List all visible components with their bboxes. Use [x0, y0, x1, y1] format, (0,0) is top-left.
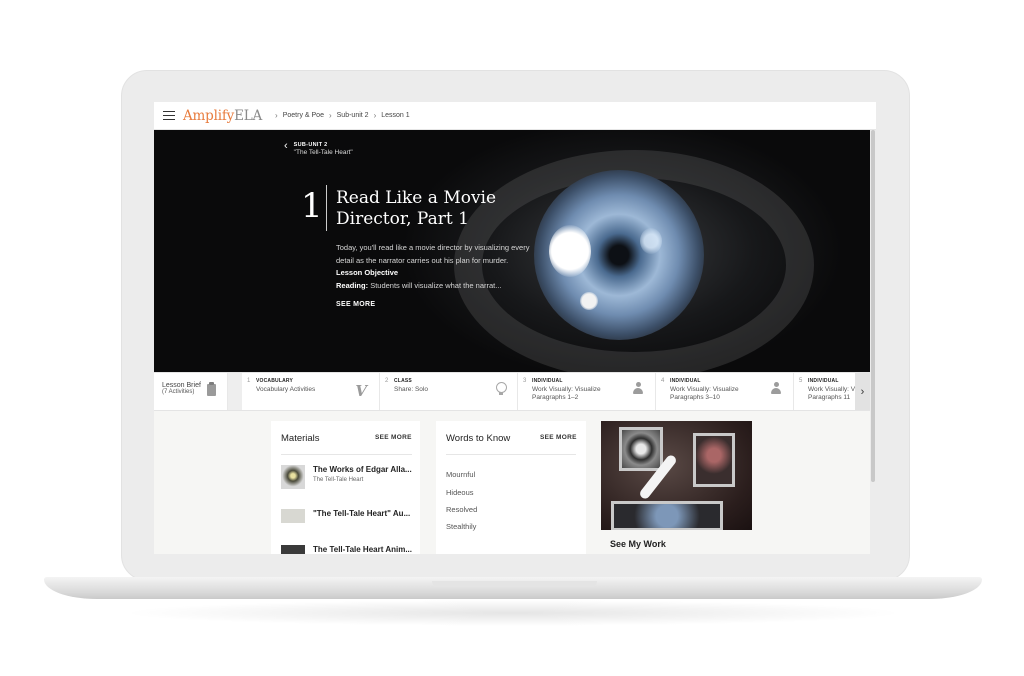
objective-label: Lesson Objective — [336, 268, 399, 277]
activity-number: 3 — [523, 378, 527, 384]
divider — [446, 454, 576, 455]
person-icon — [633, 382, 643, 395]
lesson-brief-count: (7 Activities) — [162, 389, 195, 395]
hero-eye-glint — [580, 292, 598, 310]
material-item[interactable]: The Works of Edgar Alla... The Tell-Tale… — [281, 465, 412, 489]
activity-number: 4 — [661, 378, 665, 384]
activity-name: Work Visually: Visualize Paragraphs 11 — [808, 386, 855, 401]
reading-text: Students will visualize what the narrat.… — [370, 280, 502, 290]
activity-name: Share: Solo — [394, 386, 428, 393]
word-item[interactable]: Mournful — [446, 470, 475, 479]
activity-name: Work Visually: Visualize Paragraphs 3–10 — [670, 386, 739, 401]
see-my-work-link[interactable]: See My Work — [610, 539, 666, 549]
activity-card[interactable]: 4 INDIVIDUAL Work Visually: Visualize Pa… — [656, 373, 794, 410]
lesson-brief[interactable]: Lesson Brief (7 Activities) — [154, 373, 228, 410]
chevron-right-icon: › — [275, 111, 278, 120]
hero-eye-glint — [549, 225, 591, 277]
lesson-title: Read Like a Movie Director, Part 1 — [336, 188, 497, 229]
scrollbar-thumb[interactable] — [871, 130, 875, 482]
breadcrumb-item-subunit[interactable]: Sub-unit 2 — [337, 112, 369, 119]
materials-see-more[interactable]: SEE MORE — [375, 434, 412, 441]
laptop-shadow — [120, 600, 906, 626]
hamburger-menu-icon[interactable] — [163, 111, 175, 120]
activity-number: 1 — [247, 378, 251, 384]
materials-card: Materials SEE MORE The Works of Edgar Al… — [271, 421, 420, 554]
chevron-right-icon: › — [328, 111, 332, 120]
chevron-right-icon[interactable]: › — [855, 373, 870, 410]
top-bar: AmplifyELA › Poetry & Poe › Sub-unit 2 ›… — [154, 102, 876, 130]
material-title: The Works of Edgar Alla... — [313, 465, 412, 474]
material-thumbnail — [281, 465, 305, 489]
logo-primary: Amplify — [183, 107, 235, 124]
material-thumbnail — [281, 545, 305, 554]
back-to-subunit-link[interactable]: ‹ SUB-UNIT 2 "The Tell-Tale Heart" — [284, 140, 353, 157]
breadcrumb-item-unit[interactable]: Poetry & Poe — [283, 112, 324, 119]
activity-card[interactable]: 1 VOCABULARY Vocabulary Activities V — [242, 373, 380, 410]
see-more-link[interactable]: SEE MORE — [336, 301, 375, 308]
words-title: Words to Know — [446, 433, 511, 444]
words-see-more[interactable]: SEE MORE — [540, 434, 577, 441]
activity-number: 5 — [799, 378, 803, 384]
word-item[interactable]: Stealthily — [446, 522, 476, 531]
lesson-divider — [326, 185, 327, 231]
chevron-right-icon: › — [373, 111, 377, 120]
activity-name: Vocabulary Activities — [256, 386, 316, 393]
words-to-know-card: Words to Know SEE MORE Mournful Hideous … — [436, 421, 586, 554]
material-subtitle: The Tell-Tale Heart — [313, 477, 364, 483]
word-item[interactable]: Hideous — [446, 488, 474, 497]
portrait-frame — [619, 427, 663, 471]
activity-card[interactable]: 3 INDIVIDUAL Work Visually: Visualize Pa… — [518, 373, 656, 410]
material-item[interactable]: The Tell-Tale Heart Anim... — [281, 545, 412, 554]
strip-spacer — [228, 373, 242, 410]
lesson-number: 1 — [301, 186, 323, 226]
word-item[interactable]: Resolved — [446, 505, 477, 514]
material-title: The Tell-Tale Heart Anim... — [313, 545, 412, 554]
laptop-notch — [432, 581, 597, 587]
portrait-frame — [611, 501, 723, 530]
material-thumbnail — [281, 509, 305, 523]
person-icon — [771, 382, 781, 395]
amplify-ela-logo[interactable]: AmplifyELA — [183, 108, 262, 124]
breadcrumb-item-lesson[interactable]: Lesson 1 — [381, 112, 409, 119]
materials-title: Materials — [281, 433, 320, 444]
chevron-left-icon: ‹ — [284, 140, 288, 152]
portrait-frame — [693, 433, 735, 487]
logo-secondary: ELA — [234, 107, 263, 124]
material-item[interactable]: "The Tell-Tale Heart" Au... — [281, 509, 410, 523]
description-text: Today, you'll read like a movie director… — [336, 243, 530, 265]
activity-number: 2 — [385, 378, 389, 384]
back-title: "The Tell-Tale Heart" — [293, 149, 353, 156]
lesson-description: Today, you'll read like a movie director… — [336, 242, 531, 292]
hero-eye-glint — [640, 228, 662, 254]
app-screen: AmplifyELA › Poetry & Poe › Sub-unit 2 ›… — [154, 102, 876, 554]
breadcrumb: › Poetry & Poe › Sub-unit 2 › Lesson 1 — [270, 111, 410, 120]
reading-label: Reading: — [336, 280, 369, 290]
vocabulary-v-icon: V — [355, 382, 367, 400]
material-title: "The Tell-Tale Heart" Au... — [313, 509, 411, 518]
activity-card[interactable]: 2 CLASS Share: Solo — [380, 373, 518, 410]
lesson-brief-title: Lesson Brief — [162, 382, 201, 389]
activity-card[interactable]: 5 INDIVIDUAL Work Visually: Visualize Pa… — [794, 373, 855, 410]
lightbulb-icon — [496, 382, 507, 396]
lesson-hero: ‹ SUB-UNIT 2 "The Tell-Tale Heart" 1 Rea… — [154, 130, 870, 372]
activity-name: Work Visually: Visualize Paragraphs 1–2 — [532, 386, 601, 401]
activity-category: INDIVIDUAL — [808, 378, 839, 384]
clipboard-icon — [207, 382, 216, 396]
back-label: SUB-UNIT 2 — [293, 142, 328, 148]
activity-strip: Lesson Brief (7 Activities) 1 VOCABULARY… — [154, 372, 870, 411]
divider — [281, 454, 412, 455]
my-work-thumbnail[interactable] — [601, 421, 752, 530]
